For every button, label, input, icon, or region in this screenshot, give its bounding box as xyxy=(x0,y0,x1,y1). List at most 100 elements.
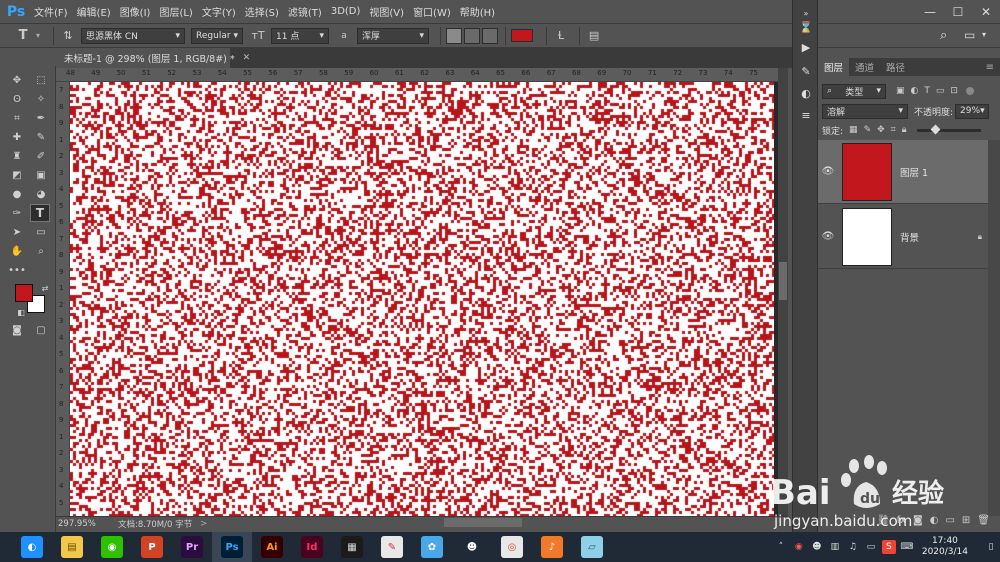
eraser-tool-icon[interactable]: ◩ xyxy=(8,167,26,183)
document-tab[interactable]: 未标题-1 @ 298% (图层 1, RGB/8#) * ✕ xyxy=(56,48,250,68)
network-icon[interactable]: ▥ xyxy=(828,540,842,554)
horizontal-scroll-thumb[interactable] xyxy=(444,518,522,527)
layer-name[interactable]: 图层 1 xyxy=(900,165,928,179)
rectangle-tool-icon[interactable]: ▭ xyxy=(32,224,50,240)
filter-pixel-icon[interactable]: ▣ xyxy=(896,86,905,96)
filter-toggle-icon[interactable] xyxy=(965,87,974,95)
pen-tool-icon[interactable]: ✑ xyxy=(8,205,26,221)
font-family-select[interactable]: 思源黑体 CN ▾ xyxy=(81,27,186,44)
eye-icon[interactable]: 👁︎ xyxy=(818,231,838,242)
filter-smart-icon[interactable]: ⊡ xyxy=(950,86,958,96)
hand-tool-icon[interactable]: ✋ xyxy=(8,243,26,259)
eye-icon[interactable]: 👁︎ xyxy=(818,166,838,177)
minimize-button[interactable]: — xyxy=(916,0,944,24)
ime-icon[interactable]: S xyxy=(881,540,896,554)
taskbar-app-notes[interactable]: ▱ xyxy=(572,532,612,562)
vertical-scroll-thumb[interactable] xyxy=(779,262,787,300)
warp-text-icon[interactable]: Ɫ xyxy=(552,27,570,45)
taskbar-app-chat-bird[interactable]: ✿ xyxy=(412,532,452,562)
text-color-swatch[interactable] xyxy=(511,29,534,42)
lock-pixels-icon[interactable]: ✎ xyxy=(864,125,872,135)
keyboard-icon[interactable]: ⌨ xyxy=(900,540,914,554)
filter-shape-icon[interactable]: ▭ xyxy=(936,86,945,96)
font-style-select[interactable]: Regular ▾ xyxy=(191,27,244,44)
layer-name[interactable]: 背景 xyxy=(900,230,919,244)
taskbar-app-file-explorer[interactable]: ▤ xyxy=(52,532,92,562)
toggle-orientation-icon[interactable]: ⇅ xyxy=(59,27,77,45)
clone-stamp-icon[interactable]: ♜ xyxy=(8,148,26,164)
antivirus-icon[interactable]: ◉ xyxy=(792,540,806,554)
layer-row[interactable]: 👁︎ 图层 1 xyxy=(818,140,988,204)
taskbar-app-video-player[interactable]: ▦ xyxy=(332,532,372,562)
move-tool-icon[interactable]: ✥ xyxy=(8,72,26,88)
tab-paths[interactable]: 路径 xyxy=(880,58,911,76)
layer-filter-select[interactable]: ⌕ 类型 ▾ xyxy=(822,83,886,99)
quick-mask-icon[interactable]: ◙ xyxy=(8,322,26,338)
layers-scrollbar[interactable] xyxy=(988,140,1000,516)
notification-icon[interactable]: ▯ xyxy=(984,540,998,554)
taskbar-app-qq[interactable]: ☻ xyxy=(452,532,492,562)
menu-file[interactable]: 文件(F) xyxy=(34,4,68,19)
menu-filter[interactable]: 滤镜(T) xyxy=(288,4,322,19)
volume-icon[interactable]: ♫ xyxy=(846,540,860,554)
document-canvas[interactable] xyxy=(70,82,774,516)
taskbar-app-browser-360[interactable]: ◐ xyxy=(12,532,52,562)
path-select-icon[interactable]: ➤ xyxy=(8,224,26,240)
menu-image[interactable]: 图像(I) xyxy=(120,4,151,19)
lock-artboard-icon[interactable]: ⌗ xyxy=(891,125,896,135)
history-panel-icon[interactable]: ⌛ xyxy=(798,20,814,34)
blur-tool-icon[interactable]: ● xyxy=(8,186,26,202)
lock-transparent-icon[interactable]: ▦ xyxy=(849,125,858,135)
opacity-input[interactable]: 29% ▾ xyxy=(955,103,990,119)
taskbar-app-powerpoint[interactable]: P xyxy=(132,532,172,562)
font-size-select[interactable]: 11 点 ▾ xyxy=(271,27,330,44)
taskbar-app-illustrator[interactable]: Ai xyxy=(252,532,292,562)
panel-menu-icon[interactable]: ≡ xyxy=(980,58,1000,76)
actions-panel-icon[interactable]: ▶ xyxy=(798,40,814,54)
more-tools-icon[interactable]: ••• xyxy=(8,262,26,278)
filter-adjust-icon[interactable]: ◐ xyxy=(911,86,919,96)
blend-mode-select[interactable]: 溶解 ▾ xyxy=(822,103,908,119)
character-panel-icon[interactable]: ▤ xyxy=(585,27,603,45)
screen-mode-icon[interactable]: ▢ xyxy=(32,322,50,338)
menu-type[interactable]: 文字(Y) xyxy=(202,4,236,19)
layer-row[interactable]: 👁︎ 背景 🔒︎ xyxy=(818,205,988,269)
chevron-down-icon[interactable]: ▾ xyxy=(36,31,40,40)
type-tool-preset-icon[interactable]: T xyxy=(14,27,32,45)
search-icon[interactable]: ⌕ xyxy=(940,28,947,43)
maximize-button[interactable]: ☐ xyxy=(944,0,972,24)
dodge-tool-icon[interactable]: ◕ xyxy=(32,186,50,202)
quick-select-icon[interactable]: ✧ xyxy=(32,91,50,107)
swap-colors-icon[interactable]: ⇄ xyxy=(36,280,54,296)
adjustments-icon[interactable]: ◐ xyxy=(798,86,814,100)
taskbar-app-wechat[interactable]: ◉ xyxy=(92,532,132,562)
collapse-dock-icon[interactable]: » xyxy=(798,6,814,20)
chevron-down-icon[interactable]: ▾ xyxy=(982,30,986,39)
marquee-tool-icon[interactable]: ⬚ xyxy=(32,72,50,88)
brush-settings-icon[interactable]: ✎ xyxy=(798,64,814,78)
lasso-tool-icon[interactable]: ʘ xyxy=(8,91,26,107)
taskbar-app-kingsoft[interactable]: ✎ xyxy=(372,532,412,562)
qq-tray-icon[interactable]: ☻ xyxy=(810,540,824,554)
taskbar-app-premiere[interactable]: Pr xyxy=(172,532,212,562)
opacity-slider[interactable] xyxy=(916,124,981,134)
crop-tool-icon[interactable]: ⌗ xyxy=(8,110,26,126)
antialias-select[interactable]: 浑厚 ▾ xyxy=(357,27,430,44)
menu-help[interactable]: 帮助(H) xyxy=(460,4,495,19)
align-right-button[interactable] xyxy=(482,27,499,44)
default-colors-icon[interactable]: ◧ xyxy=(12,304,30,320)
system-clock[interactable]: 17:40 2020/3/14 xyxy=(922,536,968,558)
menu-edit[interactable]: 编辑(E) xyxy=(77,4,111,19)
menu-view[interactable]: 视图(V) xyxy=(369,4,404,19)
menu-select[interactable]: 选择(S) xyxy=(245,4,279,19)
close-button[interactable]: ✕ xyxy=(972,0,1000,24)
history-brush-icon[interactable]: ✐ xyxy=(32,148,50,164)
lock-all-icon[interactable]: 🔒︎ xyxy=(902,125,907,135)
type-tool-icon[interactable]: T xyxy=(30,204,50,222)
menu-window[interactable]: 窗口(W) xyxy=(413,4,451,19)
zoom-level[interactable]: 297.95% xyxy=(58,519,112,529)
taskbar-app-music[interactable]: ♪ xyxy=(532,532,572,562)
close-icon[interactable]: ✕ xyxy=(243,53,251,63)
filter-type-icon[interactable]: T xyxy=(924,86,930,96)
workspace-icon[interactable]: ▭ xyxy=(964,28,975,42)
